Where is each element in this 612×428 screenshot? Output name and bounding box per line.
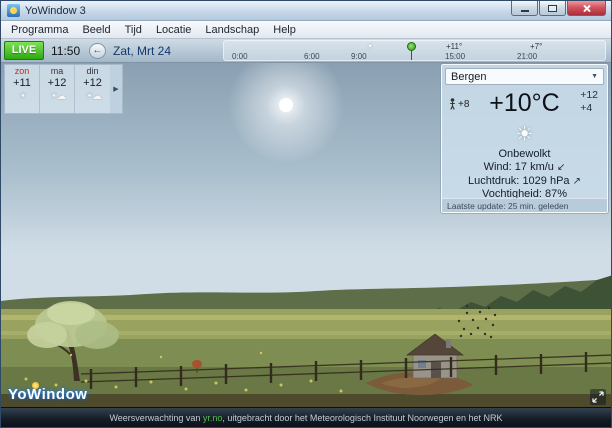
- sun: [279, 98, 293, 112]
- window-controls: [510, 1, 606, 16]
- timeline-tick-1500: 15:00: [445, 52, 465, 61]
- temperature-row: +8 +10°C +12 +4: [442, 87, 607, 123]
- status-text-prefix: Weersverwachting van: [109, 413, 202, 423]
- weather-panel: Bergen ▼ +8 +10°C +12 +4 ☀ Onbewolkt Win…: [441, 64, 608, 213]
- back-arrow-button[interactable]: ←: [89, 43, 106, 59]
- logo-sun-icon: [32, 382, 39, 389]
- last-update: Laatste update: 25 min. geleden: [442, 198, 607, 212]
- yowindow-logo: YoWindow: [8, 386, 87, 403]
- time-slider-track[interactable]: ☀ +11° +7° 0:00 6:00 9:00 15:00 21:00: [223, 40, 606, 61]
- forecast-day-temp: +12: [75, 77, 110, 90]
- fullscreen-expand-icon: [592, 391, 604, 403]
- close-button[interactable]: [567, 1, 606, 16]
- wind-label: Wind:: [484, 161, 512, 173]
- maximize-button[interactable]: [539, 1, 566, 16]
- logo-text: YoWindow: [8, 386, 87, 403]
- forecast-day-temp: +11: [5, 77, 39, 90]
- current-date: Zat, Mrt 24: [113, 44, 171, 58]
- timeline-tick-0900: 9:00: [351, 52, 367, 61]
- wind-value: 17 km/u: [515, 161, 554, 173]
- menu-item-help[interactable]: Help: [266, 22, 303, 38]
- live-button[interactable]: LIVE: [4, 41, 44, 60]
- close-icon: [582, 4, 591, 13]
- sun-cloud-icon: ☀☁: [40, 90, 74, 104]
- app-icon: [7, 4, 20, 17]
- menu-item-beeld[interactable]: Beeld: [75, 22, 117, 38]
- status-text-suffix: , uitgebracht door het Meteorologisch In…: [222, 413, 502, 423]
- menu-item-tijd[interactable]: Tijd: [118, 22, 149, 38]
- minimize-button[interactable]: [511, 1, 538, 16]
- pressure-row: Luchtdruk: 1029 hPa ↗: [442, 175, 607, 189]
- forecast-day-temp: +12: [40, 77, 74, 90]
- menu-item-locatie[interactable]: Locatie: [149, 22, 198, 38]
- timeline-tick-2100: 21:00: [517, 52, 537, 61]
- low-temp: +4: [580, 102, 598, 115]
- toolbar: LIVE 11:50 ← Zat, Mrt 24 ☀ +11° +7° 0:00…: [1, 39, 611, 63]
- forecast-day-din[interactable]: din +12 ☀☁: [75, 65, 110, 113]
- forecast-day-name: ma: [40, 66, 74, 77]
- condition-sun-icon: ☀: [442, 123, 607, 147]
- menubar: Programma Beeld Tijd Locatie Landschap H…: [1, 21, 611, 39]
- timeline-temp-high: +11°: [446, 42, 462, 51]
- condition-text: Onbewolkt: [442, 147, 607, 161]
- statusbar: Weersverwachting van yr.no , uitgebracht…: [1, 407, 611, 427]
- forecast-expand-button[interactable]: ▶: [110, 65, 122, 113]
- pressure-value: 1029 hPa: [522, 175, 569, 187]
- menu-item-programma[interactable]: Programma: [4, 22, 75, 38]
- minimize-icon: [521, 10, 529, 12]
- wind-direction-icon: ↙: [557, 162, 565, 173]
- forecast-day-name: zon: [5, 66, 39, 77]
- fullscreen-button[interactable]: [590, 389, 606, 405]
- forecast-day-name: din: [75, 66, 110, 77]
- high-temp: +12: [580, 89, 598, 102]
- sun-icon: ☀: [5, 90, 39, 104]
- pressure-trend-icon: ↗: [573, 176, 581, 187]
- current-time: 11:50: [51, 44, 80, 58]
- titlebar[interactable]: YoWindow 3: [1, 1, 611, 21]
- forecast-day-zon[interactable]: zon +11 ☀: [5, 65, 40, 113]
- yrno-link[interactable]: yr.no: [203, 413, 223, 423]
- maximize-icon: [548, 5, 557, 12]
- wind-row: Wind: 17 km/u ↙: [442, 161, 607, 175]
- sun-cloud-icon: ☀☁: [75, 90, 110, 104]
- chevron-down-icon: ▼: [591, 73, 598, 80]
- chevron-right-icon: ▶: [113, 85, 118, 93]
- menu-item-landschap[interactable]: Landschap: [198, 22, 266, 38]
- app-window: YoWindow 3 Programma Beeld Tijd Locatie …: [0, 0, 612, 428]
- timeline-tick-0600: 6:00: [304, 52, 320, 61]
- timeline-sun-icon: ☀: [366, 41, 374, 52]
- timeline-tick-0000: 0:00: [232, 52, 248, 61]
- location-name: Bergen: [451, 71, 486, 83]
- location-selector[interactable]: Bergen ▼: [445, 68, 604, 85]
- pressure-label: Luchtdruk:: [468, 175, 519, 187]
- time-slider-knob[interactable]: [407, 42, 416, 61]
- window-title: YoWindow 3: [25, 5, 86, 17]
- high-low-temps: +12 +4: [580, 89, 598, 115]
- forecast-panel: zon +11 ☀ ma +12 ☀☁ din +12 ☀☁ ▶: [4, 64, 123, 114]
- timeline-temp-low: +7°: [530, 42, 542, 51]
- forecast-day-ma[interactable]: ma +12 ☀☁: [40, 65, 75, 113]
